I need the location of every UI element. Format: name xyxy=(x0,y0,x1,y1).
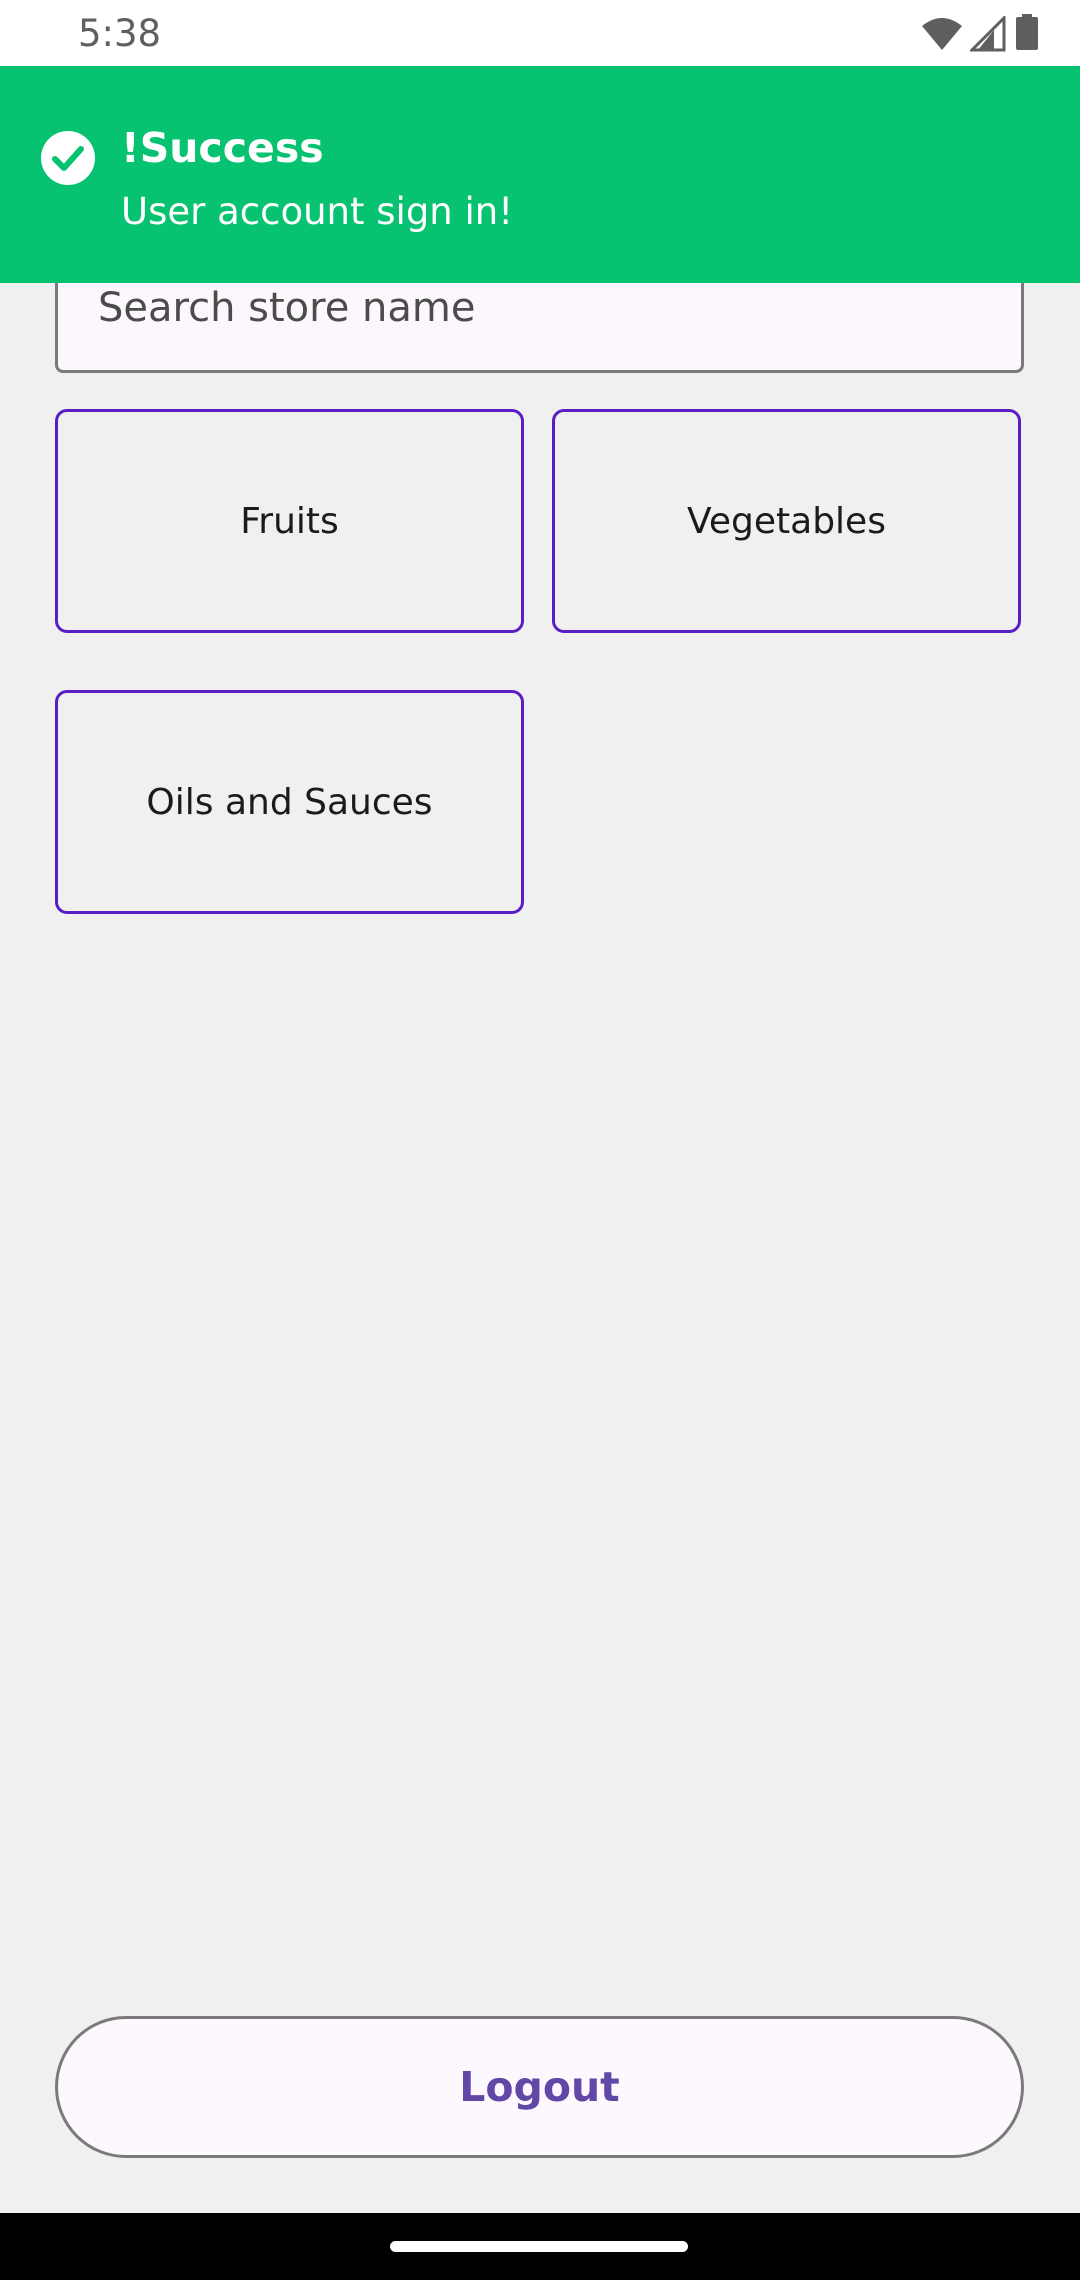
cell-signal-icon xyxy=(970,16,1006,52)
toast-title: !Success xyxy=(121,124,324,172)
success-toast[interactable]: !Success User account sign in! xyxy=(0,66,1080,283)
category-card-oils-and-sauces[interactable]: Oils and Sauces xyxy=(55,690,524,914)
status-icons xyxy=(920,0,1080,66)
search-field[interactable] xyxy=(55,283,1024,373)
category-label: Oils and Sauces xyxy=(146,781,433,823)
status-time: 5:38 xyxy=(78,12,162,55)
category-label: Vegetables xyxy=(687,500,886,542)
check-circle-icon xyxy=(41,131,95,185)
category-card-vegetables[interactable]: Vegetables xyxy=(552,409,1021,633)
toast-message: User account sign in! xyxy=(121,190,514,233)
navigation-bar xyxy=(0,2213,1080,2280)
logout-button[interactable]: Logout xyxy=(55,2016,1024,2158)
search-input[interactable] xyxy=(98,283,978,333)
wifi-icon xyxy=(922,18,962,50)
category-label: Fruits xyxy=(240,500,339,542)
battery-icon xyxy=(1016,14,1038,50)
home-gesture-handle[interactable] xyxy=(390,2241,688,2252)
status-bar: 5:38 xyxy=(0,0,1080,66)
logout-label: Logout xyxy=(459,2063,620,2111)
category-card-fruits[interactable]: Fruits xyxy=(55,409,524,633)
